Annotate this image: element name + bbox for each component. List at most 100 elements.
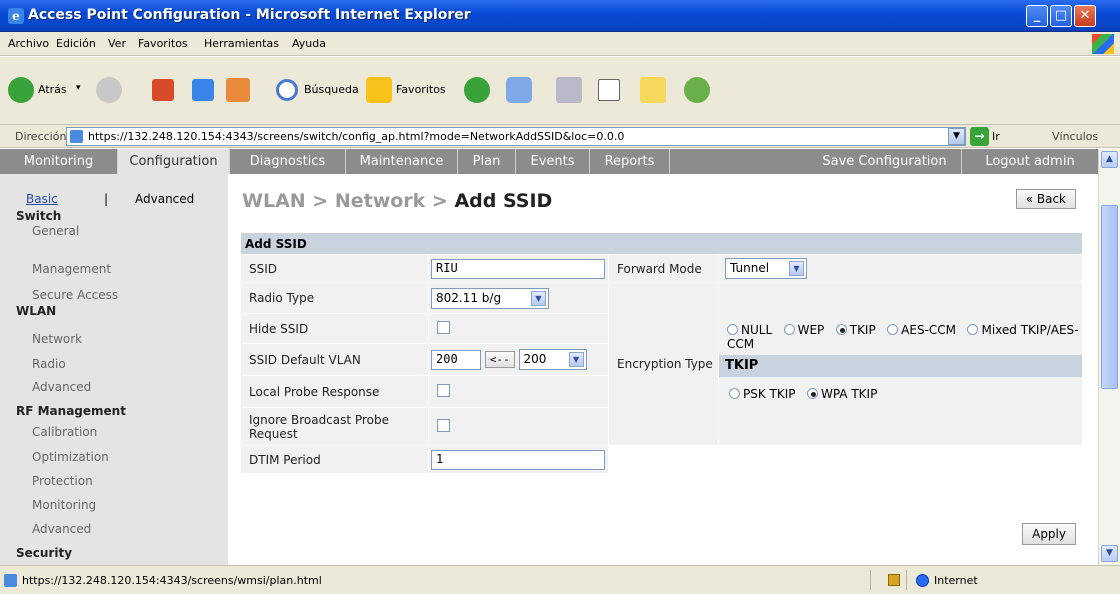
tab-monitoring[interactable]: Monitoring <box>0 149 118 174</box>
back-button-label[interactable]: Atrás <box>38 83 67 96</box>
default-vlan-input[interactable]: 200 <box>431 349 481 370</box>
ignore-probe-checkbox[interactable] <box>437 418 450 432</box>
scroll-down-icon[interactable]: ▼ <box>1101 545 1118 562</box>
encryption-aes-ccm[interactable]: AES-CCM <box>887 323 956 337</box>
sidebar-item-management[interactable]: Management <box>0 262 228 276</box>
links-label[interactable]: Vínculos <box>1052 130 1098 143</box>
local-probe-checkbox[interactable] <box>437 383 450 397</box>
radio-type-label: Radio Type <box>240 282 429 314</box>
sidebar-item-monitoring[interactable]: Monitoring <box>0 498 228 512</box>
radio-wep[interactable] <box>783 324 795 335</box>
edit-icon[interactable] <box>598 79 620 101</box>
toolbar: Atrás ▾ Búsqueda Favoritos <box>0 57 1120 125</box>
sidebar-item-general[interactable]: General <box>0 224 228 238</box>
vertical-scrollbar[interactable]: ▲ ▼ <box>1098 149 1120 565</box>
sidebar-basic-link[interactable]: Basic <box>26 192 58 206</box>
radio-type-select[interactable]: 802.11 b/g ▼ <box>431 287 549 309</box>
status-bar: https://132.248.120.154:4343/screens/wms… <box>0 565 1120 594</box>
sidebar-item-optimization[interactable]: Optimization <box>0 450 228 464</box>
encryption-wep[interactable]: WEP <box>783 323 824 337</box>
back-arrow-icon[interactable] <box>8 77 34 103</box>
sidebar-section-wlan: WLAN <box>16 304 57 318</box>
radio-psk-tkip[interactable] <box>729 388 740 399</box>
minimize-button[interactable]: _ <box>1026 5 1048 27</box>
form-header: Add SSID <box>240 232 1083 255</box>
forward-arrow-icon[interactable] <box>96 77 122 103</box>
address-bar: Dirección https://132.248.120.154:4343/s… <box>0 125 1120 148</box>
menu-ver[interactable]: Ver <box>108 37 126 50</box>
history-icon[interactable] <box>464 77 490 103</box>
tab-events[interactable]: Events <box>516 149 590 174</box>
sidebar-item-wlan-advanced[interactable]: Advanced <box>0 380 228 394</box>
sidebar-item-radio[interactable]: Radio <box>0 357 228 371</box>
messenger-icon[interactable] <box>684 77 710 103</box>
tab-reports[interactable]: Reports <box>590 149 670 174</box>
back-button[interactable]: « Back <box>1015 189 1076 209</box>
breadcrumb-path: WLAN > Network > <box>242 190 455 212</box>
radio-mixed[interactable] <box>967 324 979 335</box>
search-icon[interactable] <box>276 79 298 101</box>
menu-archivo[interactable]: Archivo <box>8 37 49 50</box>
radio-tkip[interactable] <box>835 324 847 335</box>
search-button-label[interactable]: Búsqueda <box>304 83 359 96</box>
encryption-tkip[interactable]: TKIP <box>835 323 876 337</box>
sidebar-item-calibration[interactable]: Calibration <box>0 425 228 439</box>
print-icon[interactable] <box>556 77 582 103</box>
home-icon[interactable] <box>226 78 250 102</box>
save-configuration-button[interactable]: Save Configuration <box>808 149 962 174</box>
stop-icon[interactable] <box>152 79 174 101</box>
menu-favoritos[interactable]: Favoritos <box>138 37 188 50</box>
tab-plan[interactable]: Plan <box>458 149 516 174</box>
vlan-select[interactable]: 200 ▼ <box>518 349 587 370</box>
maximize-button[interactable]: □ <box>1050 5 1072 27</box>
tab-maintenance[interactable]: Maintenance <box>346 149 458 174</box>
menu-edicion[interactable]: Edición <box>56 37 96 50</box>
radio-wpa-tkip[interactable] <box>806 388 818 399</box>
radio-type-value: 802.11 b/g <box>436 290 502 305</box>
menu-ayuda[interactable]: Ayuda <box>292 37 326 50</box>
favorites-star-icon[interactable] <box>366 77 392 103</box>
close-button[interactable]: ✕ <box>1074 5 1096 27</box>
tkip-psk[interactable]: PSK TKIP <box>729 387 796 401</box>
sidebar-item-rf-advanced[interactable]: Advanced <box>0 522 228 536</box>
address-dropdown-icon[interactable]: ▼ <box>948 128 965 145</box>
hide-ssid-checkbox[interactable] <box>437 320 450 334</box>
hide-ssid-label: Hide SSID <box>240 313 429 344</box>
breadcrumb: WLAN > Network > Add SSID <box>242 190 552 212</box>
ssid-input[interactable]: RIU <box>431 258 605 279</box>
scroll-up-icon[interactable]: ▲ <box>1101 151 1118 168</box>
sidebar-item-protection[interactable]: Protection <box>0 474 228 488</box>
tkip-wpa[interactable]: WPA TKIP <box>806 387 877 401</box>
default-vlan-label: SSID Default VLAN <box>240 343 429 376</box>
menu-herramientas[interactable]: Herramientas <box>204 37 279 50</box>
scroll-thumb[interactable] <box>1101 205 1118 389</box>
logout-button[interactable]: Logout admin <box>962 149 1098 174</box>
menu-bar: Archivo Edición Ver Favoritos Herramient… <box>0 32 1120 56</box>
status-divider <box>906 570 907 590</box>
go-button-label[interactable]: Ir <box>992 130 1000 143</box>
tab-configuration[interactable]: Configuration <box>118 149 230 174</box>
sidebar-advanced-link[interactable]: Advanced <box>135 192 194 206</box>
internet-globe-icon <box>916 574 929 587</box>
vlan-copy-button[interactable]: <-- <box>484 351 515 368</box>
go-arrow-icon[interactable]: → <box>970 127 989 146</box>
back-dropdown-icon[interactable]: ▾ <box>76 83 81 93</box>
vlan-select-value: 200 <box>523 352 547 366</box>
forward-mode-select[interactable]: Tunnel ▼ <box>725 258 807 279</box>
sidebar-item-network[interactable]: Network <box>0 332 228 346</box>
tkip-header: TKIP <box>719 355 1082 377</box>
notes-icon[interactable] <box>640 77 666 103</box>
address-input[interactable]: https://132.248.120.154:4343/screens/swi… <box>66 127 966 146</box>
mail-icon[interactable] <box>506 77 532 103</box>
radio-aes-ccm[interactable] <box>887 324 899 335</box>
favorites-button-label[interactable]: Favoritos <box>396 83 446 96</box>
tab-diagnostics[interactable]: Diagnostics <box>230 149 346 174</box>
page-icon <box>4 574 17 587</box>
address-url[interactable]: https://132.248.120.154:4343/screens/swi… <box>88 130 624 143</box>
encryption-null[interactable]: NULL <box>727 323 772 337</box>
sidebar-item-secure-access[interactable]: Secure Access <box>0 288 228 302</box>
dtim-input[interactable]: 1 <box>431 449 605 470</box>
apply-button[interactable]: Apply <box>1022 523 1076 545</box>
refresh-icon[interactable] <box>192 79 214 101</box>
radio-null[interactable] <box>727 324 738 335</box>
